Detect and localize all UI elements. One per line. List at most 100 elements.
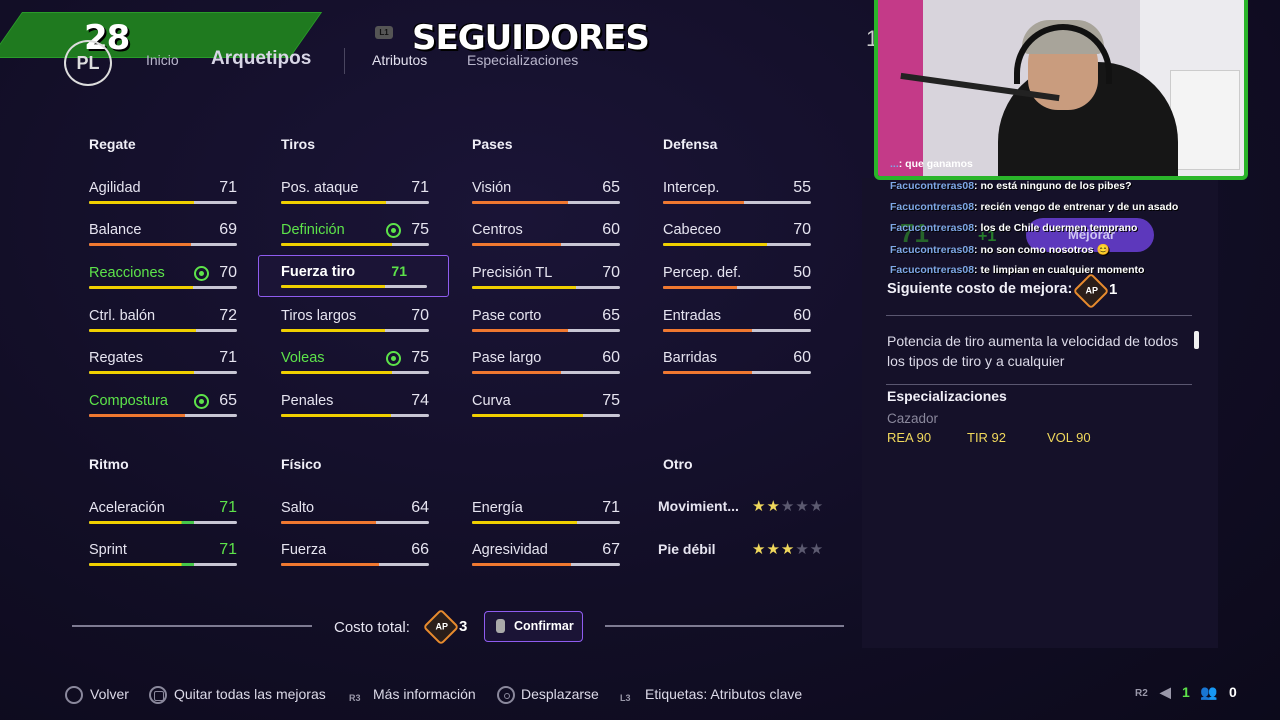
group-title-pases: Pases [472,136,513,152]
stat-value: 65 [602,179,620,196]
stat-bar [281,285,427,288]
stat-bar [89,563,237,566]
stat-value: 65 [219,392,237,409]
stat-agilidad[interactable]: Agilidad 71 [89,179,237,210]
tab-arquetipos[interactable]: Arquetipos [211,48,311,70]
star-icon: ★★ [752,498,781,515]
stat-vision[interactable]: Visión 65 [472,179,620,210]
confirm-button[interactable]: Confirmar [484,611,583,642]
key-attribute-icon [386,223,401,238]
hint-mas-informacion[interactable]: Más información [373,686,476,702]
skill-moves-stars[interactable]: ★★★★★ [752,497,824,515]
weak-foot-stars[interactable]: ★★★★★ [752,540,824,558]
players-icon: 👥 [1200,684,1218,700]
stat-pos-ataque[interactable]: Pos. ataque 71 [281,179,429,210]
stat-value: 71 [219,349,237,366]
panel-divider [886,384,1192,385]
stat-label: Barridas [663,350,717,366]
stat-fuerza-tiro[interactable]: Fuerza tiro 71 [281,263,429,294]
stat-value: 67 [602,541,620,558]
spec-stat-tir: TIR 92 [967,430,1007,445]
stat-bar [663,286,811,289]
stat-sprint[interactable]: Sprint 71 [89,541,237,572]
players-count: 0 [1229,684,1237,700]
stat-label: Percep. def. [663,265,742,281]
stat-value: 71 [219,541,237,558]
stat-bar [89,286,237,289]
stat-precision-tl[interactable]: Precisión TL 70 [472,264,620,295]
stat-value: 71 [602,499,620,516]
stat-label: Salto [281,500,315,516]
ap-points-icon: AP [422,608,460,646]
stat-bar [89,201,237,204]
hint-etiquetas[interactable]: Etiquetas: Atributos clave [645,686,802,702]
stat-label: Fuerza [281,542,327,558]
stat-barridas[interactable]: Barridas 60 [663,349,811,380]
description-scrollbar[interactable] [1194,331,1199,349]
hint-volver[interactable]: Volver [90,686,129,702]
total-cost-label: Costo total: [334,619,410,636]
star-icon: ★★★ [752,541,796,558]
stat-bar [472,521,620,524]
stat-compostura[interactable]: Compostura 65 [89,392,237,423]
stat-bar [472,243,620,246]
stat-label: Sprint [89,542,127,558]
stat-bar [89,329,237,332]
stat-value: 71 [391,263,407,279]
stat-bar [89,521,237,524]
circle-button-icon [65,686,83,704]
attribute-description: Potencia de tiro aumenta la velocidad de… [887,333,1179,369]
total-cost-value: 3 [459,618,468,635]
stat-balance[interactable]: Balance 69 [89,221,237,252]
stat-label: Agresividad [472,542,548,558]
stat-value: 60 [793,307,811,324]
hint-desplazarse[interactable]: Desplazarse [521,686,599,702]
tab-inicio[interactable]: Inicio [146,52,179,68]
stat-intercep[interactable]: Intercep. 55 [663,179,811,210]
stat-salto[interactable]: Salto 64 [281,499,429,530]
stat-curva[interactable]: Curva 75 [472,392,620,423]
stat-entradas[interactable]: Entradas 60 [663,307,811,338]
stat-bar [281,371,429,374]
right-stick-icon [497,686,515,704]
stat-value: 70 [602,264,620,281]
stat-value: 50 [793,264,811,281]
stat-penales[interactable]: Penales 74 [281,392,429,423]
stat-label: Precisión TL [472,265,553,281]
hint-quitar-mejoras[interactable]: Quitar todas las mejoras [174,686,326,702]
square-button-icon [149,686,167,704]
stat-value: 71 [219,179,237,196]
stat-label: Aceleración [89,500,165,516]
stat-pase-corto[interactable]: Pase corto 65 [472,307,620,338]
stat-label: Pase largo [472,350,542,366]
webcam-overlay [874,0,1248,180]
confirm-label: Confirmar [514,619,574,633]
r3-stick-icon: R3 [349,693,361,703]
stat-definicion[interactable]: Definición 75 [281,221,429,252]
stat-ctrl-balon[interactable]: Ctrl. balón 72 [89,307,237,338]
next-cost-label: Siguiente costo de mejora: [887,281,1073,297]
stat-value: 70 [219,264,237,281]
stat-cabeceo[interactable]: Cabeceo 70 [663,221,811,252]
stat-fuerza[interactable]: Fuerza 66 [281,541,429,572]
stat-centros[interactable]: Centros 60 [472,221,620,252]
stat-value: 60 [602,221,620,238]
stat-percep-def[interactable]: Percep. def. 50 [663,264,811,295]
tab-atributos[interactable]: Atributos [372,52,427,68]
stat-bar [472,563,620,566]
stat-value: 60 [793,349,811,366]
stat-regates[interactable]: Regates 71 [89,349,237,380]
group-title-otro: Otro [663,456,693,472]
stat-bar [89,371,237,374]
stat-energia[interactable]: Energía 71 [472,499,620,530]
spec-stat-rea: REA 90 [887,430,932,445]
tab-especializaciones[interactable]: Especializaciones [467,52,578,68]
stat-agresividad[interactable]: Agresividad 67 [472,541,620,572]
stat-pase-largo[interactable]: Pase largo 60 [472,349,620,380]
chat-message: Facucontreras08: te limpian en cualquier… [890,264,1145,276]
stat-voleas[interactable]: Voleas 75 [281,349,429,380]
stat-tiros-largos[interactable]: Tiros largos 70 [281,307,429,338]
stat-aceleracion[interactable]: Aceleración 71 [89,499,237,530]
stat-reacciones[interactable]: Reacciones 70 [89,264,237,295]
stat-bar [472,414,620,417]
